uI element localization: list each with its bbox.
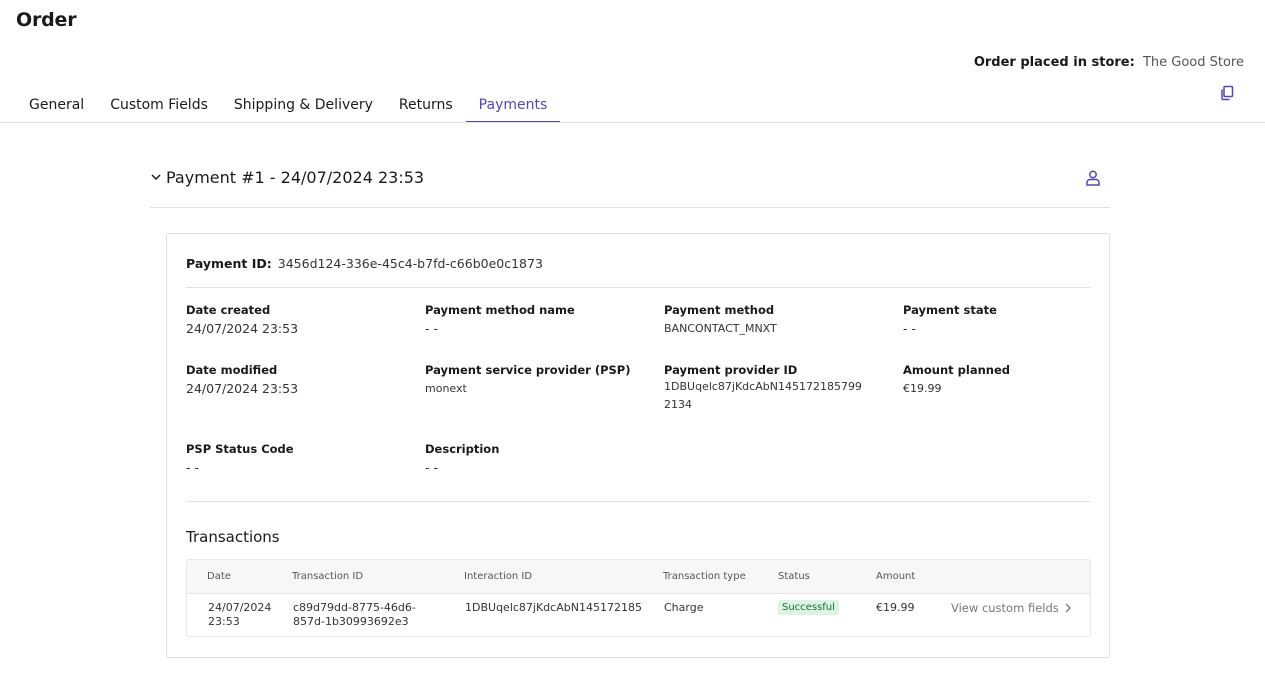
payment-id-value: 3456d124-336e-45c4-b7fd-c66b0e0c1873 bbox=[277, 256, 543, 271]
status-badge: Successful bbox=[778, 600, 839, 615]
field-label: Description bbox=[425, 442, 500, 456]
cell-amount: €19.99 bbox=[876, 601, 915, 614]
cell-date: 24/07/2024 23:53 bbox=[208, 601, 272, 628]
payment-title[interactable]: Payment #1 - 24/07/2024 23:53 bbox=[166, 168, 424, 187]
chevron-right-icon bbox=[1065, 603, 1071, 613]
store-info: Order placed in store: The Good Store bbox=[974, 55, 1244, 70]
field-value: - - bbox=[186, 460, 199, 475]
column-header-interaction-id: Interaction ID bbox=[464, 571, 533, 582]
field-date-modified: Date modified 24/07/2024 23:53 bbox=[186, 363, 416, 396]
field-value: 24/07/2024 23:53 bbox=[186, 321, 299, 336]
field-label: Payment method name bbox=[425, 303, 575, 317]
field-value: - - bbox=[425, 321, 438, 336]
field-label: Date created bbox=[186, 303, 271, 317]
field-value: BANCONTACT_MNXT bbox=[664, 322, 777, 335]
store-label: Order placed in store: bbox=[973, 55, 1135, 70]
column-header-amount: Amount bbox=[876, 571, 916, 582]
chevron-down-icon[interactable] bbox=[150, 171, 162, 183]
transactions-table: Date Transaction ID Interaction ID Trans… bbox=[186, 559, 1091, 637]
cell-transaction-id: c89d79dd-8775-46d6-857d-1b30993692e3 bbox=[293, 601, 416, 628]
field-payment-method-name: Payment method name - - bbox=[425, 303, 655, 336]
field-description: Description - - bbox=[425, 442, 655, 475]
field-value: - - bbox=[425, 460, 438, 475]
field-value: 24/07/2024 23:53 bbox=[186, 381, 299, 396]
tab-custom-fields[interactable]: Custom Fields bbox=[97, 91, 221, 122]
field-label: Payment service provider (PSP) bbox=[425, 363, 631, 377]
field-value: 1DBUqelc87jKdcAbN145172185799 2134 bbox=[664, 380, 862, 411]
field-date-created: Date created 24/07/2024 23:53 bbox=[186, 303, 416, 336]
field-value: - - bbox=[903, 321, 916, 336]
field-value: monext bbox=[425, 382, 467, 395]
column-header-status: Status bbox=[778, 571, 810, 582]
tab-payments[interactable]: Payments bbox=[465, 91, 561, 122]
divider bbox=[186, 287, 1091, 288]
copy-icon[interactable] bbox=[1219, 85, 1235, 101]
column-header-transaction-id: Transaction ID bbox=[292, 571, 364, 582]
field-payment-method: Payment method BANCONTACT_MNXT bbox=[664, 303, 894, 338]
cell-interaction-id: 1DBUqelc87jKdcAbN14517218579! bbox=[465, 601, 643, 614]
field-label: Date modified bbox=[186, 363, 278, 377]
tab-general[interactable]: General bbox=[16, 91, 97, 122]
field-label: Amount planned bbox=[903, 363, 1010, 377]
field-amount-planned: Amount planned €19.99 bbox=[903, 363, 1133, 398]
payment-id-label: Payment ID: bbox=[186, 256, 272, 271]
field-value: €19.99 bbox=[903, 382, 942, 395]
field-label: Payment state bbox=[903, 303, 997, 317]
column-header-transaction-type: Transaction type bbox=[663, 571, 746, 582]
transactions-title: Transactions bbox=[186, 528, 280, 546]
payment-header: Payment #1 - 24/07/2024 23:53 bbox=[150, 166, 1110, 208]
table-header: Date Transaction ID Interaction ID Trans… bbox=[187, 560, 1090, 594]
field-label: PSP Status Code bbox=[186, 442, 294, 456]
field-psp: Payment service provider (PSP) monext bbox=[425, 363, 655, 398]
field-label: Payment provider ID bbox=[664, 363, 798, 377]
field-psp-status-code: PSP Status Code - - bbox=[186, 442, 416, 475]
person-icon[interactable] bbox=[1084, 169, 1102, 187]
tab-shipping-delivery[interactable]: Shipping & Delivery bbox=[221, 91, 386, 122]
link-label: View custom fields bbox=[951, 601, 1059, 615]
store-name: The Good Store bbox=[1142, 55, 1244, 70]
tab-bar: General Custom Fields Shipping & Deliver… bbox=[16, 91, 561, 123]
payment-id: Payment ID: 3456d124-336e-45c4-b7fd-c66b… bbox=[186, 256, 543, 271]
field-provider-id: Payment provider ID 1DBUqelc87jKdcAbN145… bbox=[664, 363, 862, 414]
field-label: Payment method bbox=[664, 303, 775, 317]
page-title: Order bbox=[16, 9, 77, 31]
tab-returns[interactable]: Returns bbox=[386, 91, 466, 122]
field-payment-state: Payment state - - bbox=[903, 303, 1133, 336]
divider bbox=[186, 501, 1091, 502]
column-header-date: Date bbox=[207, 571, 231, 582]
view-custom-fields-link[interactable]: View custom fields bbox=[951, 601, 1072, 615]
payment-details-card: Payment ID: 3456d124-336e-45c4-b7fd-c66b… bbox=[166, 233, 1110, 658]
cell-transaction-type: Charge bbox=[664, 601, 704, 614]
tabs-divider bbox=[0, 122, 1265, 123]
